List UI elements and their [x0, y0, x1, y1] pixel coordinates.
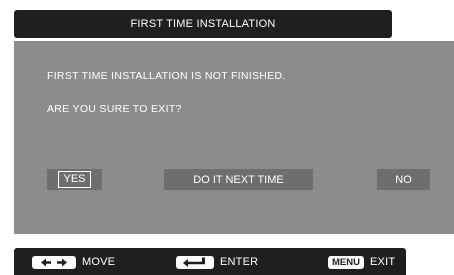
help-enter: ENTER: [176, 255, 258, 269]
menu-key-icon: MENU: [328, 255, 364, 269]
yes-button-label: YES: [58, 171, 91, 188]
no-button-label: NO: [395, 173, 412, 186]
do-it-next-time-button[interactable]: DO IT NEXT TIME: [164, 169, 313, 190]
dialog-panel: FIRST TIME INSTALLATION IS NOT FINISHED.…: [14, 41, 454, 234]
dialog-title-bar: FIRST TIME INSTALLATION: [14, 10, 392, 38]
help-exit-label: EXIT: [370, 256, 396, 268]
help-move-label: MOVE: [82, 256, 116, 268]
help-enter-label: ENTER: [220, 256, 259, 268]
enter-key-icon: [176, 255, 214, 269]
help-exit: MENU EXIT: [328, 255, 395, 269]
yes-button[interactable]: YES: [47, 169, 102, 190]
message-line-1: FIRST TIME INSTALLATION IS NOT FINISHED.: [47, 70, 286, 82]
do-it-next-time-label: DO IT NEXT TIME: [193, 173, 284, 186]
dialog-title: FIRST TIME INSTALLATION: [130, 18, 276, 30]
no-button[interactable]: NO: [377, 169, 430, 190]
help-bar: MOVE ENTER MENU EXIT: [14, 248, 406, 275]
help-move: MOVE: [32, 255, 115, 269]
left-right-arrows-icon: [32, 255, 76, 269]
message-line-2: ARE YOU SURE TO EXIT?: [47, 103, 182, 115]
